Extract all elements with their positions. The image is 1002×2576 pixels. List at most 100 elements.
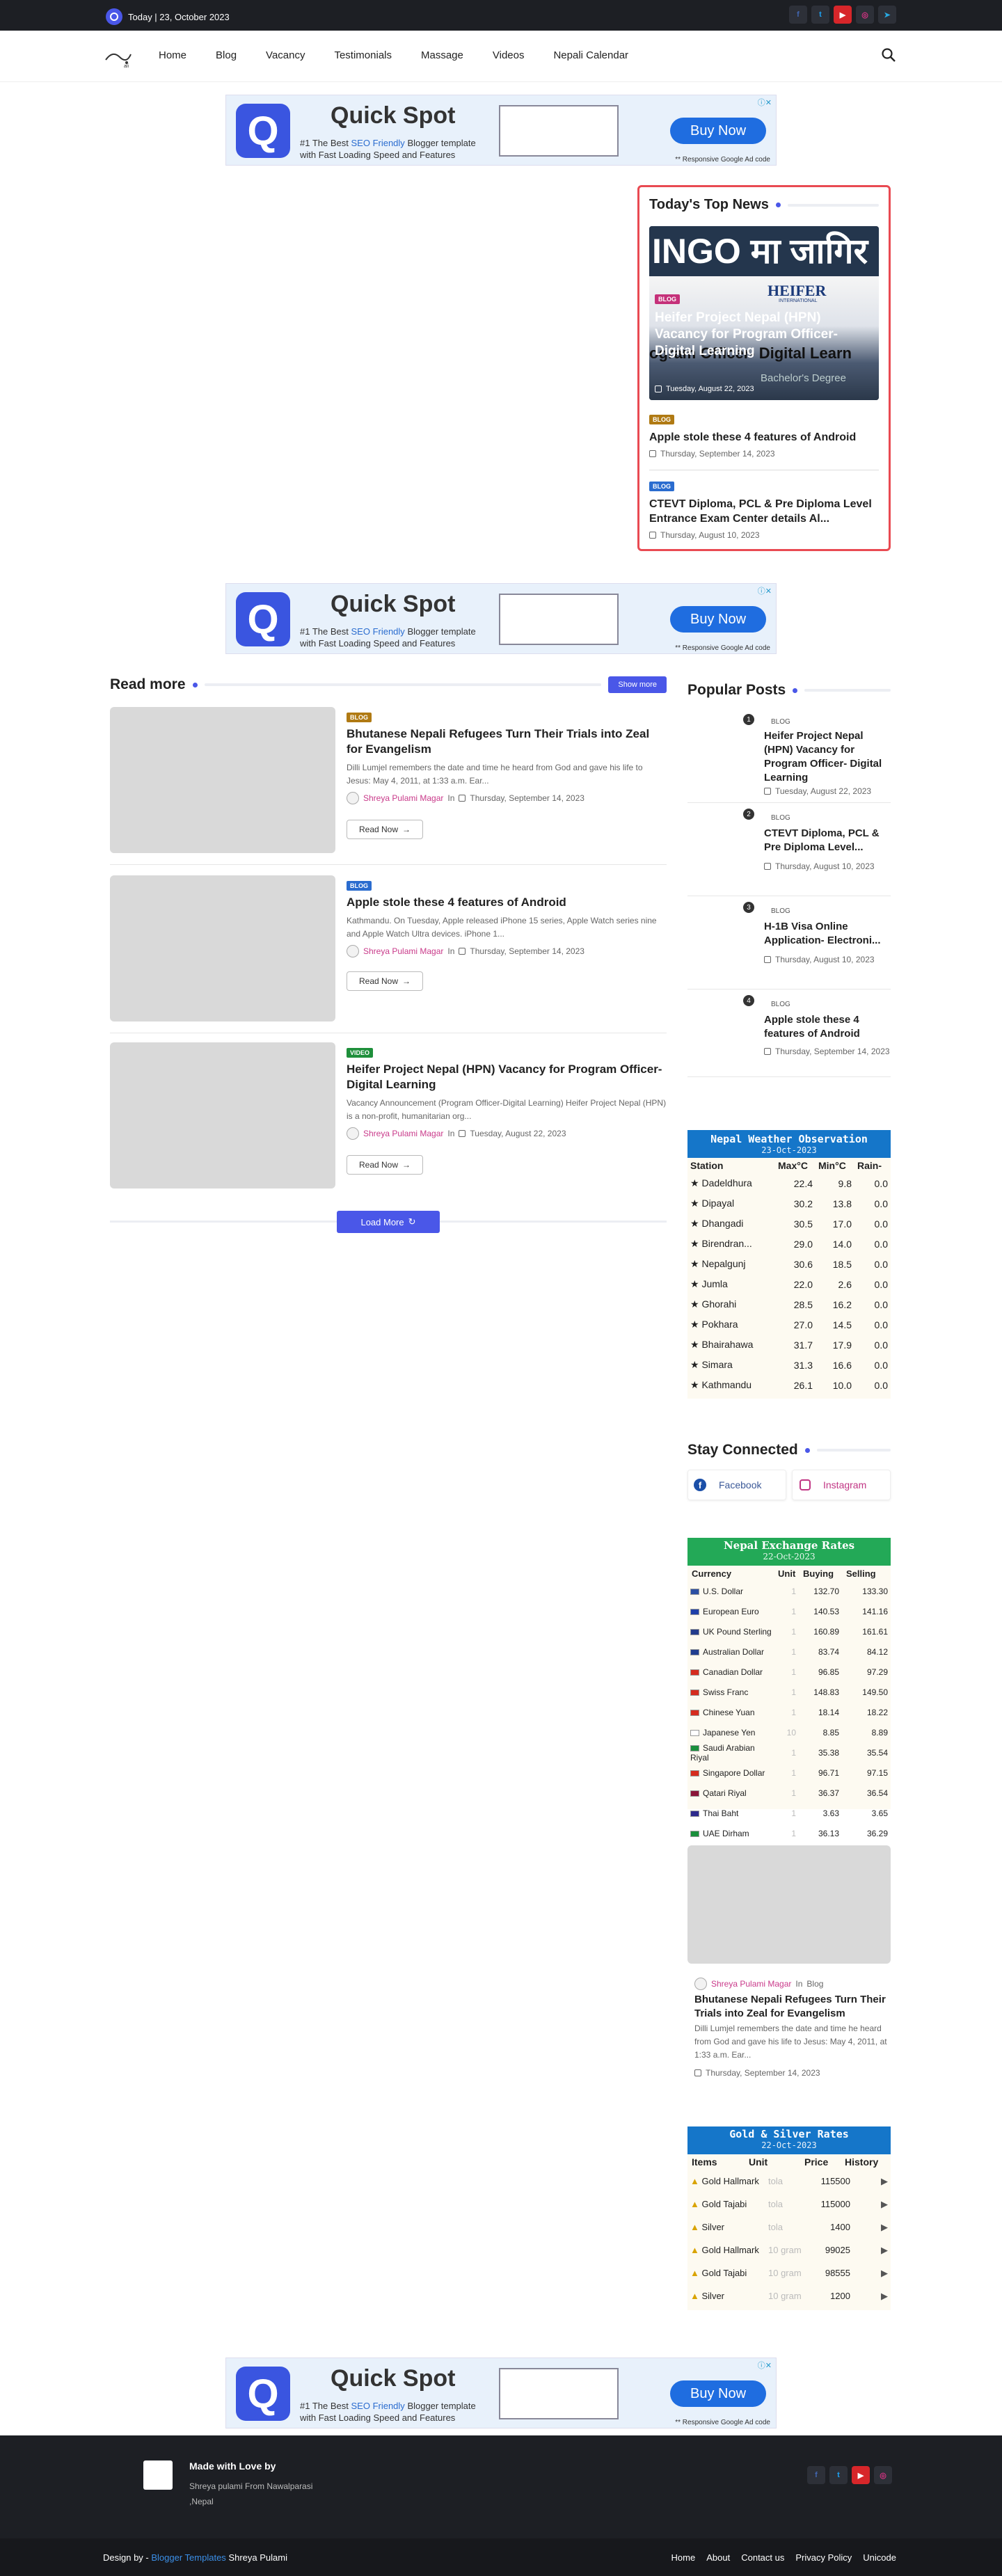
post-author[interactable]: Shreya Pulami Magar: [363, 946, 443, 956]
history-arrow-icon[interactable]: ▶: [853, 2239, 891, 2261]
nav-home[interactable]: Home: [159, 49, 186, 61]
ad-buy-now-button[interactable]: Buy Now: [670, 606, 766, 633]
facebook-button[interactable]: f Facebook: [687, 1470, 786, 1500]
history-arrow-icon[interactable]: ▶: [853, 2216, 891, 2239]
facebook-icon[interactable]: f: [807, 2466, 825, 2484]
footer-link-home[interactable]: Home: [671, 2552, 696, 2563]
calendar-icon: [459, 948, 466, 955]
ad-banner-top[interactable]: ⓘ✕ Q Quick Spot #1 The Best SEO Friendly…: [225, 95, 777, 166]
show-more-button[interactable]: Show more: [608, 676, 667, 693]
weather-row: ★ Birendran... 29.0 14.0 0.0: [690, 1238, 888, 1250]
flag-icon: [690, 1810, 699, 1817]
nav-vacancy[interactable]: Vacancy: [266, 49, 305, 61]
gold-bar-icon: ▲: [690, 2222, 699, 2232]
featured-title[interactable]: Bhutanese Nepali Refugees Turn Their Tri…: [694, 1993, 889, 2021]
read-now-button[interactable]: Read Now →: [347, 820, 423, 839]
flag-icon: [690, 1628, 699, 1635]
footer-link-unicode[interactable]: Unicode: [863, 2552, 896, 2563]
history-arrow-icon[interactable]: ▶: [853, 2284, 891, 2307]
item-badge[interactable]: BLOG: [649, 482, 674, 491]
exchange-header: Nepal Exchange Rates 22-Oct-2023: [687, 1538, 891, 1566]
post-author[interactable]: Shreya Pulami Magar: [363, 793, 443, 803]
history-arrow-icon[interactable]: ▶: [853, 2193, 891, 2216]
search-icon[interactable]: [881, 47, 896, 63]
footer: Made with Love by Shreya pulami From Naw…: [0, 2435, 1002, 2538]
gold-bar-icon: ▲: [690, 2199, 699, 2209]
nav-testimonials[interactable]: Testimonials: [334, 49, 392, 61]
top-news-item[interactable]: BLOG Apple stole these 4 features of And…: [649, 413, 879, 459]
history-arrow-icon[interactable]: ▶: [853, 2261, 891, 2284]
post-card: BLOG Bhutanese Nepali Refugees Turn Thei…: [110, 707, 667, 854]
footer-logo[interactable]: [143, 2460, 173, 2490]
gold-table: ▲ Gold Hallmark tola 115500 ▶ ▲ Gold Tajabi t…: [687, 2170, 891, 2307]
post-title[interactable]: Heifer Project Nepal (HPN) Vacancy for P…: [347, 1062, 667, 1092]
popular-item[interactable]: 1 BLOG Heifer Project Nepal (HPN) Vacanc…: [687, 711, 891, 803]
instagram-button[interactable]: Instagram: [792, 1470, 891, 1500]
ad-banner-bottom[interactable]: ⓘ✕ Q Quick Spot #1 The Best SEO Friendly…: [225, 2358, 777, 2428]
nav-massage[interactable]: Massage: [421, 49, 463, 61]
ad-choices-icon[interactable]: ⓘ✕: [758, 585, 772, 596]
popular-item[interactable]: 4 BLOG Apple stole these 4 features of A…: [687, 989, 891, 1077]
youtube-icon[interactable]: ▶: [834, 6, 852, 24]
item-badge[interactable]: BLOG: [649, 415, 674, 424]
history-arrow-icon[interactable]: ▶: [853, 2170, 891, 2193]
exchange-row: Thai Baht 1 3.63 3.65: [687, 1803, 891, 1823]
post-author[interactable]: Shreya Pulami Magar: [363, 1129, 443, 1138]
footer-social: f t ▶ ◎: [807, 2466, 892, 2484]
popular-item[interactable]: 2 BLOG CTEVT Diploma, PCL & Pre Diploma …: [687, 803, 891, 896]
read-now-button[interactable]: Read Now →: [347, 971, 423, 991]
top-news-item[interactable]: BLOG CTEVT Diploma, PCL & Pre Diploma Le…: [649, 479, 879, 540]
youtube-icon[interactable]: ▶: [852, 2466, 870, 2484]
weather-table: ★ Dadeldhura 22.4 9.8 0.0 ★ Dipayal 30.2 13.8 0…: [687, 1173, 891, 1395]
flag-icon: [690, 1770, 699, 1776]
post-meta: Shreya Pulami Magar In Thursday, September…: [347, 945, 584, 957]
flag-icon: [690, 1648, 699, 1655]
feature-title[interactable]: Heifer Project Nepal (HPN) Vacancy for P…: [655, 310, 870, 360]
instagram-icon[interactable]: ◎: [856, 6, 874, 24]
ad-buy-now-button[interactable]: Buy Now: [670, 2380, 766, 2407]
calendar-icon: [459, 1130, 466, 1137]
flag-icon: [690, 1744, 699, 1751]
telegram-icon[interactable]: ➤: [878, 6, 896, 24]
ad-choices-icon[interactable]: ⓘ✕: [758, 97, 772, 108]
load-more-button[interactable]: Load More ↻: [337, 1211, 440, 1233]
post-title[interactable]: Bhutanese Nepali Refugees Turn Their Tri…: [347, 726, 667, 757]
nav-nepali-calendar[interactable]: Nepali Calendar: [553, 49, 628, 61]
gold-row: ▲ Silver 10 gram 1200 ▶: [687, 2284, 891, 2307]
featured-thumbnail[interactable]: [687, 1845, 891, 1964]
post-meta: Shreya Pulami Magar In Thursday, September…: [347, 792, 584, 804]
post-title[interactable]: Apple stole these 4 features of Android: [347, 895, 667, 910]
read-now-button[interactable]: Read Now →: [347, 1155, 423, 1175]
post-badge[interactable]: VIDEO: [347, 1048, 374, 1058]
post-badge[interactable]: BLOG: [347, 713, 372, 722]
ad-banner-middle[interactable]: ⓘ✕ Q Quick Spot #1 The Best SEO Friendly…: [225, 583, 777, 654]
nav-videos[interactable]: Videos: [493, 49, 525, 61]
post-thumbnail[interactable]: [110, 875, 335, 1021]
item-title[interactable]: Apple stole these 4 features of Android: [649, 430, 879, 445]
top-news-feature[interactable]: INGO मा जागिर HEIFER INTERNATIONAL BLOG …: [649, 226, 879, 400]
post-badge[interactable]: BLOG: [347, 881, 372, 891]
footer-link-privacy[interactable]: Privacy Policy: [795, 2552, 852, 2563]
twitter-icon[interactable]: t: [811, 6, 829, 24]
weather-row: ★ Kathmandu 26.1 10.0 0.0: [690, 1379, 888, 1391]
weather-widget: Nepal Weather Observation 23-Oct-2023 St…: [687, 1130, 891, 1399]
site-logo[interactable]: ali: [103, 46, 134, 69]
twitter-icon[interactable]: t: [829, 2466, 848, 2484]
nav-blog[interactable]: Blog: [216, 49, 237, 61]
post-thumbnail[interactable]: [110, 1042, 335, 1188]
main-navigation: ali Home Blog Vacancy Testimonials Massa…: [0, 31, 1002, 82]
instagram-icon[interactable]: ◎: [874, 2466, 892, 2484]
facebook-icon[interactable]: f: [789, 6, 807, 24]
popular-item[interactable]: 3 BLOG H-1B Visa Online Application- Ele…: [687, 896, 891, 989]
ad-buy-now-button[interactable]: Buy Now: [670, 118, 766, 144]
item-title[interactable]: CTEVT Diploma, PCL & Pre Diploma Level E…: [649, 497, 879, 526]
footer-link-about[interactable]: About: [706, 2552, 730, 2563]
flag-icon: [690, 1669, 699, 1676]
gold-bar-icon: ▲: [690, 2268, 699, 2278]
footer-link-contact[interactable]: Contact us: [741, 2552, 784, 2563]
exchange-row: Swiss Franc 1 148.83 149.50: [687, 1682, 891, 1702]
ad-choices-icon[interactable]: ⓘ✕: [758, 2360, 772, 2371]
feature-badge[interactable]: BLOG: [655, 294, 680, 304]
flag-icon: [690, 1608, 699, 1615]
post-thumbnail[interactable]: [110, 707, 335, 853]
